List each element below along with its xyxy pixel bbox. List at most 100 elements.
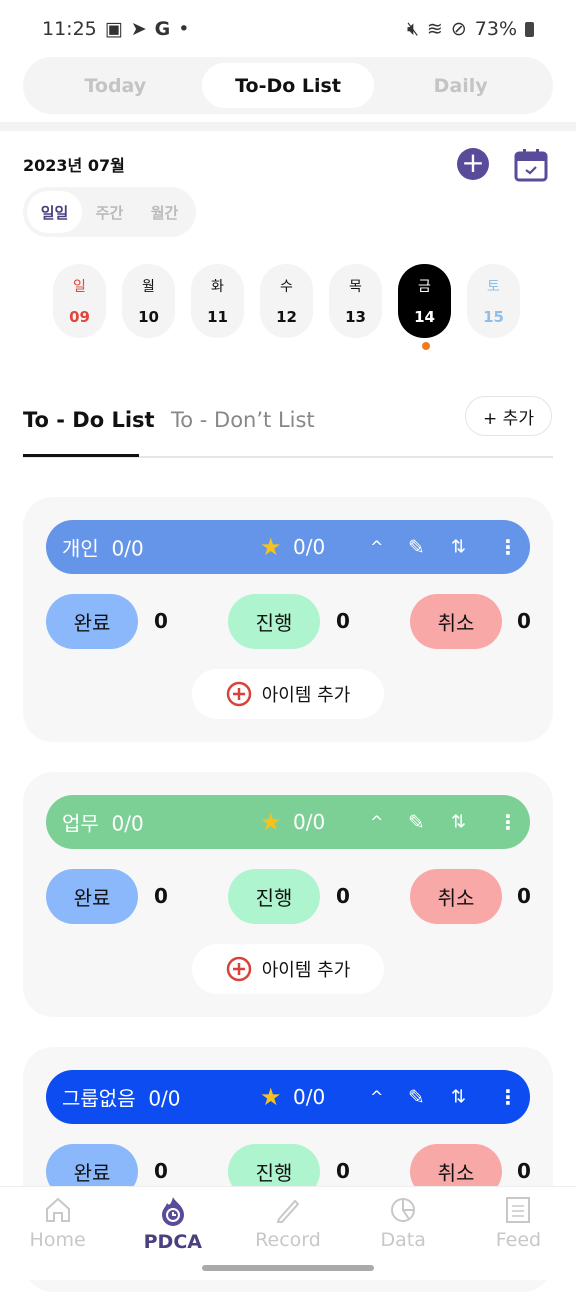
star-icon: ★ xyxy=(260,808,282,836)
edit-button[interactable]: ✎ xyxy=(408,1085,425,1109)
group-title: 업무 xyxy=(62,811,99,836)
group-header[interactable]: 개인 0/0 ★ 0/0 ^ ✎ ⇅ ⋮ xyxy=(46,520,530,574)
add-list-button[interactable]: + 추가 xyxy=(465,396,552,436)
done-count: 0 xyxy=(154,609,168,633)
collapse-button[interactable]: ^ xyxy=(370,813,383,832)
day-12[interactable]: 수 12 xyxy=(260,264,313,338)
today-dot xyxy=(422,342,430,350)
toggle-weekly[interactable]: 주간 xyxy=(82,191,137,233)
done-count: 0 xyxy=(154,1159,168,1183)
tab-todo-list[interactable]: To-Do List xyxy=(201,63,375,108)
tab-underline xyxy=(23,454,139,457)
more-button[interactable]: ⋮ xyxy=(498,810,518,834)
edit-button[interactable]: ✎ xyxy=(408,535,425,559)
collapse-button[interactable]: ^ xyxy=(370,538,383,557)
sort-button[interactable]: ⇅ xyxy=(451,537,466,558)
done-pill[interactable]: 완료 xyxy=(46,594,138,649)
group-title: 개인 xyxy=(62,536,99,561)
day-number: 15 xyxy=(483,308,504,326)
nav-home[interactable]: Home xyxy=(0,1187,115,1280)
cancel-pill[interactable]: 취소 xyxy=(410,594,502,649)
clock: 11:25 xyxy=(42,18,97,40)
telegram-icon: ➤ xyxy=(130,18,147,40)
day-14[interactable]: 금 14 xyxy=(398,264,451,338)
block-icon: ⊘ xyxy=(450,18,467,40)
group-card: 개인 0/0 ★ 0/0 ^ ✎ ⇅ ⋮ 완료 0 진행 0 취소 0 아이템 … xyxy=(23,497,553,742)
day-of-week: 화 xyxy=(211,279,224,295)
home-indicator[interactable] xyxy=(202,1265,374,1271)
day-of-week: 목 xyxy=(349,279,362,295)
add-item-button[interactable]: 아이템 추가 xyxy=(192,669,384,719)
group-progress: 0/0 xyxy=(111,536,144,561)
add-item-button[interactable]: 아이템 추가 xyxy=(192,944,384,994)
gallery-icon: ▣ xyxy=(104,18,123,40)
toggle-monthly[interactable]: 월간 xyxy=(137,191,192,233)
tab-today[interactable]: Today xyxy=(29,63,202,108)
toggle-daily[interactable]: 일일 xyxy=(27,191,82,233)
nav-label: Feed xyxy=(495,1229,542,1251)
tab-daily[interactable]: Daily xyxy=(374,63,547,108)
day-of-week: 일 xyxy=(73,279,86,295)
day-number: 10 xyxy=(138,308,159,326)
collapse-button[interactable]: ^ xyxy=(370,1088,383,1107)
divider xyxy=(0,122,576,131)
done-pill[interactable]: 완료 xyxy=(46,869,138,924)
battery-level: 73% xyxy=(474,18,517,40)
day-number: 13 xyxy=(345,308,366,326)
day-of-week: 금 xyxy=(418,279,431,295)
status-bar: 11:25 ▣ ➤ G • 🔇︎ ≋ ⊘ 73% xyxy=(42,14,534,44)
star-progress: 0/0 xyxy=(293,1085,326,1109)
doing-pill[interactable]: 진행 xyxy=(228,594,320,649)
star-icon: ★ xyxy=(260,1083,282,1111)
day-13[interactable]: 목 13 xyxy=(329,264,382,338)
day-number: 14 xyxy=(414,308,435,326)
doing-count: 0 xyxy=(336,884,350,908)
nav-label: Data xyxy=(380,1229,426,1251)
edit-button[interactable]: ✎ xyxy=(408,810,425,834)
more-button[interactable]: ⋮ xyxy=(498,535,518,559)
month-label: 2023년 07월 xyxy=(23,156,125,175)
sort-button[interactable]: ⇅ xyxy=(451,1087,466,1108)
tab-dont[interactable]: To - Don’t List xyxy=(171,408,315,432)
day-of-week: 월 xyxy=(142,279,155,295)
tab-todo[interactable]: To - Do List xyxy=(23,408,155,432)
group-name: 업무 0/0 xyxy=(62,808,144,837)
nav-label: PDCA xyxy=(143,1231,202,1253)
group-name: 개인 0/0 xyxy=(62,533,144,562)
nav-label: Record xyxy=(255,1229,321,1251)
cancel-pill[interactable]: 취소 xyxy=(410,869,502,924)
group-header[interactable]: 그룹없음 0/0 ★ 0/0 ^ ✎ ⇅ ⋮ xyxy=(46,1070,530,1124)
dot-icon: • xyxy=(178,18,190,40)
calendar-icon xyxy=(514,149,548,182)
group-title: 그룹없음 xyxy=(62,1086,136,1111)
day-of-week: 수 xyxy=(280,279,293,295)
list-icon xyxy=(506,1197,531,1223)
doing-pill[interactable]: 진행 xyxy=(228,869,320,924)
day-number: 11 xyxy=(207,308,228,326)
nav-feed[interactable]: Feed xyxy=(461,1187,576,1280)
day-10[interactable]: 월 10 xyxy=(122,264,175,338)
group-name: 그룹없음 0/0 xyxy=(62,1083,181,1112)
nav-label: Home xyxy=(29,1229,86,1251)
sort-button[interactable]: ⇅ xyxy=(451,812,466,833)
done-count: 0 xyxy=(154,884,168,908)
cancel-count: 0 xyxy=(517,884,531,908)
star-progress: 0/0 xyxy=(293,810,326,834)
group-progress: 0/0 xyxy=(111,811,144,836)
day-09[interactable]: 일 09 xyxy=(53,264,106,338)
doing-count: 0 xyxy=(336,609,350,633)
day-11[interactable]: 화 11 xyxy=(191,264,244,338)
cancel-count: 0 xyxy=(517,609,531,633)
star-progress: 0/0 xyxy=(293,535,326,559)
group-card: 업무 0/0 ★ 0/0 ^ ✎ ⇅ ⋮ 완료 0 진행 0 취소 0 아이템 … xyxy=(23,772,553,1017)
add-circle-button[interactable]: + xyxy=(457,148,489,180)
view-toggle: 일일 주간 월간 xyxy=(23,187,196,237)
home-icon xyxy=(45,1197,70,1222)
plus-circle-icon xyxy=(226,956,251,982)
day-of-week: 토 xyxy=(487,279,500,295)
day-15[interactable]: 토 15 xyxy=(467,264,520,338)
group-header[interactable]: 업무 0/0 ★ 0/0 ^ ✎ ⇅ ⋮ xyxy=(46,795,530,849)
calendar-button[interactable] xyxy=(514,148,548,186)
more-button[interactable]: ⋮ xyxy=(498,1085,518,1109)
pie-chart-icon xyxy=(391,1198,416,1222)
